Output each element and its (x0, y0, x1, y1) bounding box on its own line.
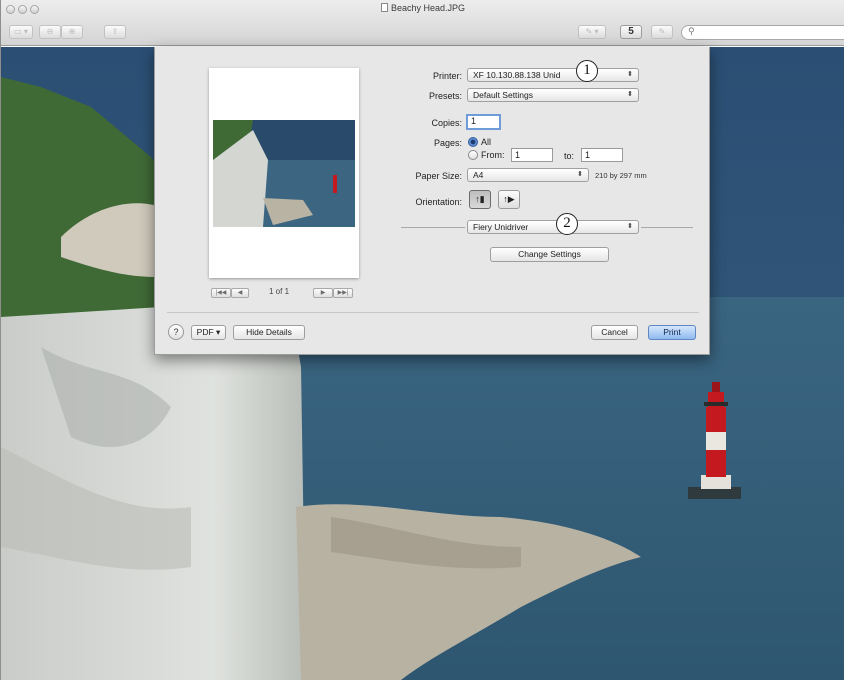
pages-to-label: to: (564, 151, 575, 161)
view-menu-button[interactable]: ▭ ▾ (9, 25, 33, 39)
printer-value: XF 10.130.88.138 Unid (473, 70, 561, 80)
paper-size-dims: 210 by 297 mm (595, 171, 647, 180)
share-icon[interactable]: ⇪ (104, 25, 126, 39)
section-popup[interactable]: Fiery Unidriver ⬍ (467, 220, 639, 234)
section-popup-value: Fiery Unidriver (473, 222, 529, 232)
help-button[interactable]: ? (168, 324, 184, 340)
window-title-text: Beachy Head.JPG (390, 3, 466, 13)
callout-2: 2 (556, 213, 578, 235)
chevron-updown-icon: ⬍ (627, 223, 633, 230)
pages-from-label: From: (481, 150, 505, 160)
pdf-menu-button[interactable]: PDF ▾ (191, 325, 226, 340)
print-button[interactable]: Print (648, 325, 696, 340)
first-page-button[interactable]: |◀◀ (211, 288, 231, 298)
presets-popup[interactable]: Default Settings ⬍ (467, 88, 639, 102)
cancel-button[interactable]: Cancel (591, 325, 638, 340)
printer-popup[interactable]: XF 10.130.88.138 Unid ⬍ (467, 68, 639, 82)
section-divider-left (401, 227, 465, 228)
pages-label: Pages: (433, 138, 462, 148)
orientation-label: Orientation: (415, 197, 462, 207)
chevron-updown-icon: ⬍ (627, 71, 633, 78)
zoom-out-button[interactable]: ⊖ (39, 25, 61, 39)
page-count: 1 of 1 (269, 287, 290, 296)
chevron-updown-icon: ⬍ (627, 91, 633, 98)
printer-label: Printer: (432, 71, 462, 81)
pages-from-field[interactable]: 1 (511, 148, 553, 162)
search-input[interactable]: ⚲ (681, 25, 844, 40)
paper-size-value: A4 (473, 170, 484, 180)
copies-field[interactable]: 1 (466, 114, 501, 130)
hide-details-button[interactable]: Hide Details (233, 325, 305, 340)
portrait-icon: ↑▮ (475, 194, 485, 204)
chevron-updown-icon: ⬍ (577, 171, 583, 178)
last-page-button[interactable]: ▶▶| (333, 288, 353, 298)
print-preview (209, 68, 359, 278)
search-icon: ⚲ (688, 26, 695, 36)
bottom-separator (167, 312, 699, 313)
edit-button[interactable]: ✎ (651, 25, 673, 39)
pages-from-radio[interactable] (468, 150, 478, 160)
presets-value: Default Settings (473, 90, 534, 100)
preview-thumbnail (213, 120, 355, 227)
prev-page-button[interactable]: ◀ (231, 288, 249, 298)
section-divider-right (641, 227, 693, 228)
print-dialog: |◀◀ ◀ 1 of 1 ▶ ▶▶| Printer: XF 10.130.88… (154, 47, 710, 355)
pages-all-radio[interactable] (468, 137, 478, 147)
rotate-button[interactable]: 5 (620, 25, 642, 39)
copies-label: Copies: (431, 118, 462, 128)
paper-size-label: Paper Size: (415, 171, 462, 181)
landscape-orientation-button[interactable]: ↑▶ (498, 190, 520, 209)
pages-all-label: All (481, 137, 492, 147)
markup-button[interactable]: ✎ ▾ (578, 25, 606, 39)
zoom-in-button[interactable]: ⊕ (61, 25, 83, 39)
preview-window: Beachy Head.JPG ▭ ▾ ⊖ ⊕ ⇪ ✎ ▾ 5 ✎ ⚲ |◀◀ … (0, 0, 844, 680)
document-icon (380, 3, 388, 12)
window-title: Beachy Head.JPG (1, 3, 844, 13)
pages-to-field[interactable]: 1 (581, 148, 623, 162)
landscape-icon: ↑▶ (503, 194, 515, 204)
change-settings-button[interactable]: Change Settings (490, 247, 609, 262)
portrait-orientation-button[interactable]: ↑▮ (469, 190, 491, 209)
next-page-button[interactable]: ▶ (313, 288, 333, 298)
callout-1: 1 (576, 60, 598, 82)
presets-label: Presets: (428, 91, 462, 101)
title-bar: Beachy Head.JPG ▭ ▾ ⊖ ⊕ ⇪ ✎ ▾ 5 ✎ ⚲ (1, 0, 844, 46)
paper-size-popup[interactable]: A4 ⬍ (467, 168, 589, 182)
